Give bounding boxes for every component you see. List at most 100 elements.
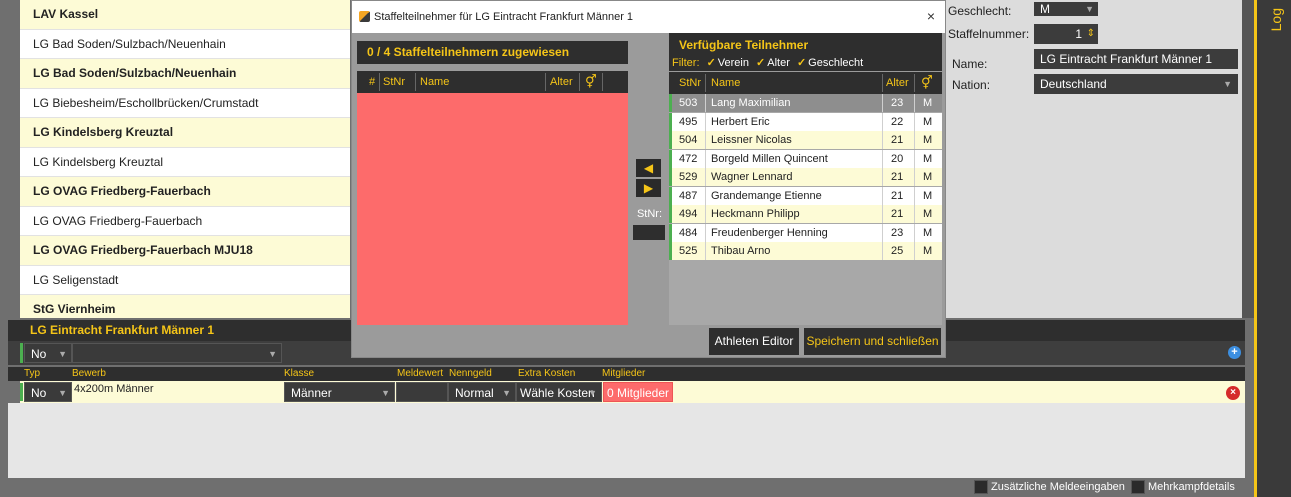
stnr-label: StNr:	[636, 208, 663, 220]
row-marker	[669, 205, 672, 223]
close-icon[interactable]: ×	[927, 8, 935, 24]
participant-name: Leissner Nicolas	[711, 134, 792, 146]
entry-typ-select[interactable]: No ▼	[24, 382, 72, 402]
log-tab-label[interactable]: Log	[1268, 8, 1284, 31]
participant-name: Heckmann Philipp	[711, 208, 800, 220]
filter-geschlecht-checkbox[interactable]: ✓ Geschlecht	[793, 57, 863, 69]
participant-row[interactable]: 525 Thibau Arno 25 M	[669, 242, 942, 260]
team-list-item[interactable]: LG Bad Soden/Sulzbach/Neuenhain	[20, 59, 350, 89]
col-separator	[705, 149, 706, 168]
available-header: Verfügbare Teilnehmer Filter: ✓ Verein ✓ A…	[669, 33, 942, 71]
participant-sex: M	[923, 208, 933, 220]
filter-alter-label: Alter	[767, 57, 790, 69]
row-marker	[20, 383, 23, 401]
assigned-participants-list[interactable]	[357, 93, 628, 325]
move-right-button[interactable]: ▶	[636, 179, 661, 197]
entry-extra-kosten-value: Wähle Kosten	[520, 386, 595, 400]
athleten-editor-button[interactable]: Athleten Editor	[709, 328, 799, 355]
participant-row[interactable]: 494 Heckmann Philipp 21 M	[669, 205, 942, 223]
mehrkampf-toggle[interactable]: Mehrkampfdetails	[1131, 480, 1235, 495]
add-icon[interactable]: +	[1228, 346, 1241, 359]
entry-meldewert-input[interactable]	[396, 382, 448, 402]
entry-klasse-value: Männer	[291, 386, 332, 400]
team-list-item[interactable]: LG Kindelsberg Kreuztal	[20, 147, 350, 177]
participant-row[interactable]: 472 Borgeld Millen Quincent 20 M	[669, 149, 942, 168]
participant-stnr: 494	[679, 208, 698, 220]
col-separator	[705, 94, 706, 112]
team-list-item[interactable]: LG Seligenstadt	[20, 265, 350, 295]
team-list-item[interactable]: StG Viernheim	[20, 295, 350, 318]
participant-sex: M	[923, 152, 933, 165]
entry-mitglieder-button[interactable]: 0 Mitglieder	[603, 382, 673, 402]
geschlecht-select[interactable]: M ▼	[1034, 2, 1098, 16]
entry-column-headers: Typ Bewerb Klasse Meldewert Nenngeld Ext…	[8, 367, 1245, 381]
team-list-item[interactable]: LG OVAG Friedberg-Fauerbach MJU18	[20, 236, 350, 266]
participant-alter: 21	[891, 189, 904, 202]
stepper-arrows-icon[interactable]: ⇕	[1087, 24, 1095, 44]
participant-row[interactable]: 487 Grandemange Etienne 21 M	[669, 186, 942, 205]
participant-alter: 21	[891, 208, 904, 220]
col-nenngeld: Nenngeld	[449, 368, 492, 379]
zusatz-toggle[interactable]: Zusätzliche Meldeeingaben	[974, 480, 1125, 495]
participant-alter: 23	[891, 97, 904, 109]
check-icon: ✓	[796, 57, 807, 69]
bewerb-filter-select[interactable]: ▼	[72, 343, 282, 363]
entry-extra-kosten-select[interactable]: Wähle Kosten ▼	[516, 382, 602, 402]
filter-label: Filter:	[672, 57, 700, 69]
entry-row[interactable]: No ▼ 4x200m Männer Männer ▼ Normal ▼ Wähle …	[20, 381, 1245, 403]
checkbox-icon	[974, 480, 988, 495]
participant-row[interactable]: 484 Freudenberger Henning 23 M	[669, 223, 942, 242]
participant-sex: M	[923, 226, 933, 239]
participant-name: Grandemange Etienne	[711, 189, 822, 202]
available-participants-list: 503 Lang Maximilian 23 M 495 Herbert Eric 22 M 5…	[669, 94, 942, 325]
row-marker	[669, 112, 672, 131]
staffelnummer-stepper[interactable]: 1 ⇕	[1034, 24, 1098, 44]
stnr-input[interactable]	[633, 225, 665, 240]
team-list-item[interactable]: LAV Kassel	[20, 0, 350, 30]
entry-klasse-select[interactable]: Männer ▼	[284, 382, 395, 402]
col-separator	[705, 242, 706, 260]
team-list-item[interactable]: LG OVAG Friedberg-Fauerbach	[20, 177, 350, 207]
participant-row[interactable]: 495 Herbert Eric 22 M	[669, 112, 942, 131]
filter-verein-checkbox[interactable]: ✓ Verein	[703, 57, 749, 69]
log-sidebar[interactable]	[1254, 0, 1291, 497]
col-separator	[882, 112, 883, 131]
name-field[interactable]: LG Eintracht Frankfurt Männer 1	[1034, 49, 1238, 69]
remove-entry-icon[interactable]: ×	[1226, 386, 1240, 400]
col-separator	[914, 223, 915, 242]
col-mitglieder: Mitglieder	[602, 368, 646, 379]
team-list-item[interactable]: LG Bad Soden/Sulzbach/Neuenhain	[20, 29, 350, 59]
participant-stnr: 529	[679, 171, 698, 183]
col-separator	[882, 223, 883, 242]
team-list-item[interactable]: LG OVAG Friedberg-Fauerbach	[20, 206, 350, 236]
col-separator	[914, 205, 915, 223]
team-details-panel: Geschlecht: M ▼ Staffelnummer: 1 ⇕ Name:…	[946, 0, 1242, 318]
entry-nenngeld-select[interactable]: Normal ▼	[448, 382, 516, 402]
col-separator	[914, 94, 915, 112]
check-icon: ✓	[706, 57, 716, 69]
participant-row[interactable]: 504 Leissner Nicolas 21 M	[669, 131, 942, 149]
col-alter: Alter	[886, 77, 909, 89]
relay-participants-dialog: Staffelteilnehmer für LG Eintracht Frank…	[351, 0, 946, 358]
nation-select[interactable]: Deutschland ▼	[1034, 74, 1238, 94]
participant-stnr: 503	[679, 97, 698, 109]
participant-row[interactable]: 529 Wagner Lennard 21 M	[669, 168, 942, 186]
team-list-item[interactable]: LG Biebesheim/Eschollbrücken/Crumstadt	[20, 88, 350, 118]
save-and-close-button[interactable]: Speichern und schließen	[804, 328, 941, 355]
filter-alter-checkbox[interactable]: ✓ Alter	[752, 57, 790, 69]
col-separator	[914, 186, 915, 205]
type-filter-select[interactable]: No ▼	[24, 343, 72, 363]
row-marker	[669, 149, 672, 168]
row-marker	[20, 343, 23, 363]
col-name: Name	[711, 77, 741, 89]
footer-bar: Zusätzliche Meldeeingaben Mehrkampfdetai…	[8, 478, 1245, 497]
chevron-down-icon: ▼	[502, 388, 511, 398]
participant-row[interactable]: 503 Lang Maximilian 23 M	[669, 94, 942, 112]
move-left-button[interactable]: ◀	[636, 159, 661, 177]
geschlecht-value: M	[1040, 2, 1050, 16]
row-marker	[669, 168, 672, 186]
col-separator	[579, 73, 580, 91]
chevron-down-icon: ▼	[1085, 4, 1094, 14]
team-list-item[interactable]: LG Kindelsberg Kreuztal	[20, 118, 350, 148]
assigned-column-headers: # StNr Name Alter ⚥	[357, 71, 628, 93]
